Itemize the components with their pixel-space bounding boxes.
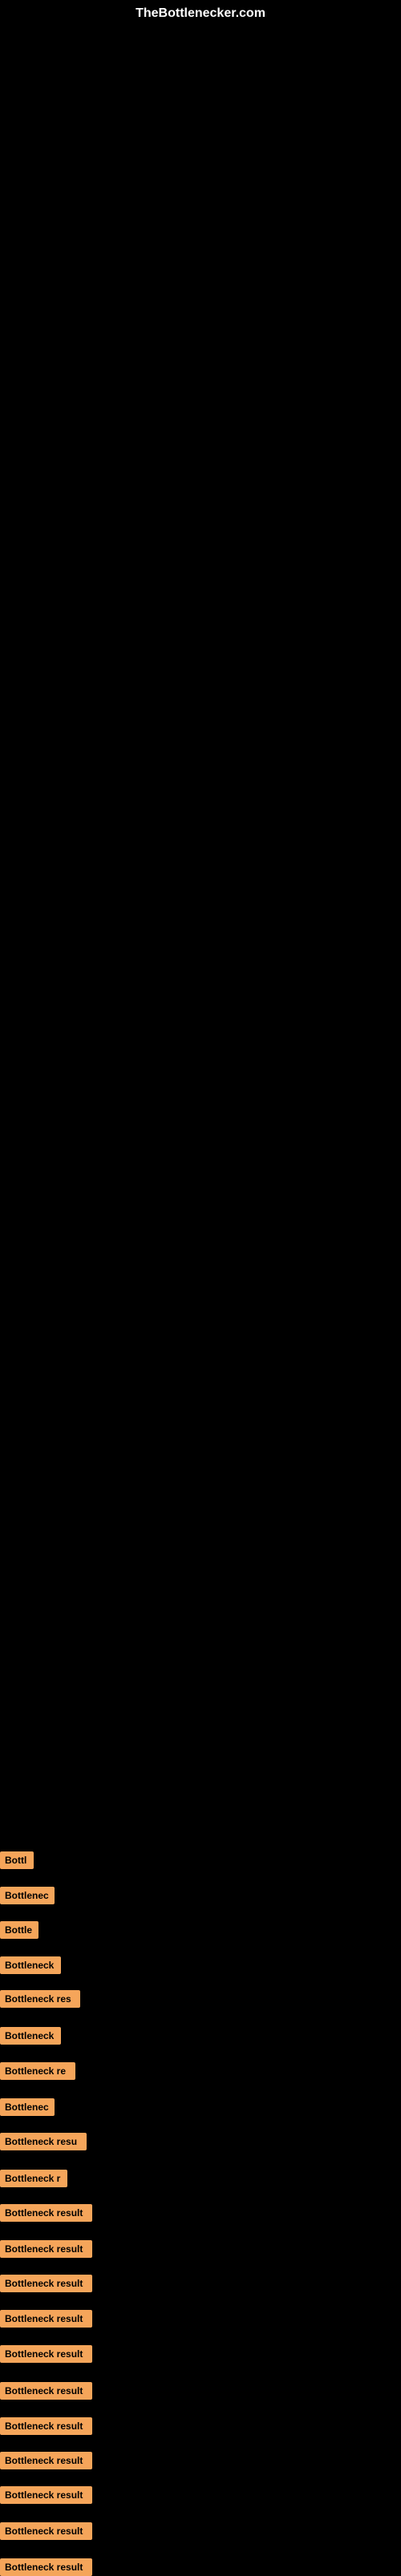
- bottleneck-result-label: Bottleneck result: [0, 2310, 92, 2328]
- bottleneck-result-label: Bottleneck result: [0, 2240, 92, 2258]
- site-title: TheBottlenecker.com: [136, 6, 265, 21]
- bottleneck-result-label: Bottleneck resu: [0, 2133, 87, 2150]
- bottleneck-result-label: Bottleneck result: [0, 2417, 92, 2435]
- bottleneck-result-label: Bottleneck r: [0, 2170, 67, 2187]
- bottleneck-result-label: Bottleneck: [0, 2027, 61, 2045]
- bottleneck-result-label: Bottl: [0, 1851, 34, 1869]
- bottleneck-result-label: Bottleneck result: [0, 2522, 92, 2540]
- bottleneck-result-label: Bottle: [0, 1921, 38, 1939]
- bottleneck-result-label: Bottlenec: [0, 1887, 55, 1904]
- bottleneck-result-label: Bottleneck: [0, 1956, 61, 1974]
- bottleneck-result-label: Bottleneck result: [0, 2382, 92, 2400]
- bottleneck-result-label: Bottleneck result: [0, 2558, 92, 2576]
- bottleneck-result-label: Bottlenec: [0, 2098, 55, 2116]
- bottleneck-result-label: Bottleneck result: [0, 2486, 92, 2504]
- bottleneck-result-label: Bottleneck result: [0, 2452, 92, 2469]
- bottleneck-result-label: Bottleneck re: [0, 2062, 75, 2080]
- bottleneck-result-label: Bottleneck result: [0, 2275, 92, 2292]
- bottleneck-result-label: Bottleneck result: [0, 2204, 92, 2222]
- bottleneck-result-label: Bottleneck res: [0, 1990, 80, 2008]
- bottleneck-result-label: Bottleneck result: [0, 2345, 92, 2363]
